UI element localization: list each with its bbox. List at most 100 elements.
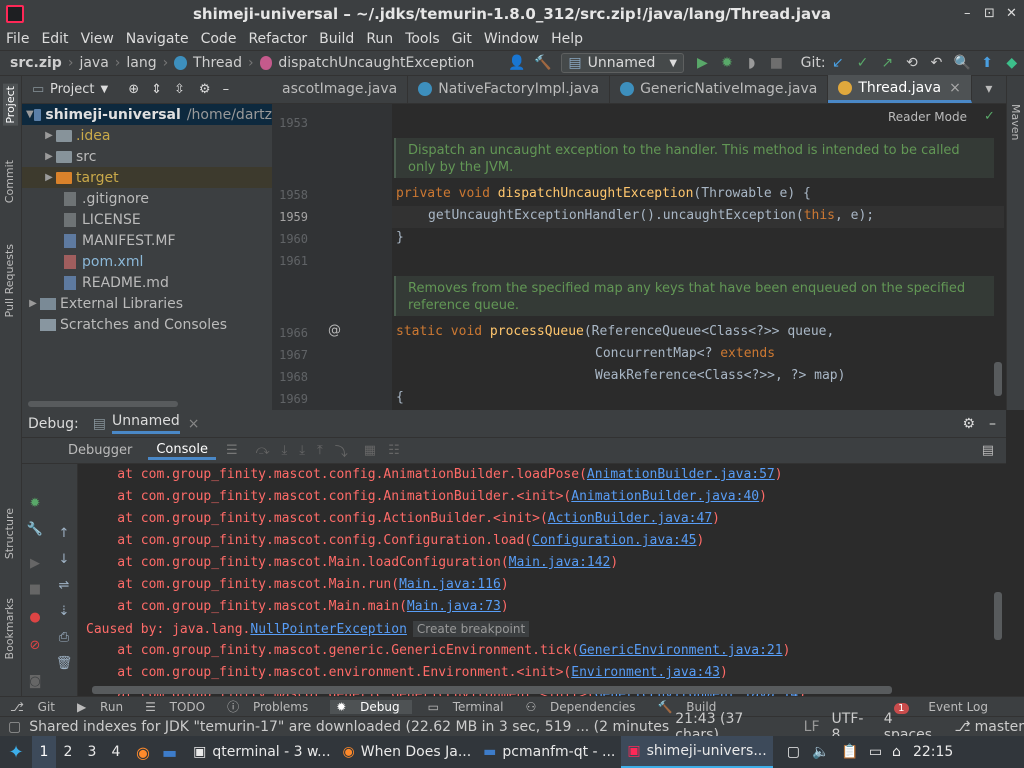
trace-icon[interactable]: ☷: [388, 443, 400, 458]
menu-help[interactable]: Help: [551, 31, 583, 47]
code-line[interactable]: {: [396, 390, 404, 405]
locate-icon[interactable]: ⊕: [128, 82, 139, 97]
run-config-select[interactable]: ▤ Unnamed ▼: [561, 53, 685, 73]
maven-tool-tab[interactable]: Maven: [1009, 104, 1022, 140]
taskbar-app-pcmanfm[interactable]: ▬ pcmanfm-qt - ...: [477, 736, 621, 768]
code-line[interactable]: getUncaughtExceptionHandler().uncaughtEx…: [428, 208, 874, 223]
scroll-to-end-icon[interactable]: ⇣: [54, 604, 74, 619]
tree-item-target[interactable]: ▶ target: [22, 167, 272, 188]
firefox-launcher-icon[interactable]: ◉: [136, 743, 150, 762]
evaluate-icon[interactable]: ▦: [364, 443, 376, 458]
console-output[interactable]: at com.group_finity.mascot.config.Animat…: [86, 464, 1006, 696]
menu-edit[interactable]: Edit: [41, 31, 68, 47]
volume-icon[interactable]: 🔈: [812, 744, 829, 760]
close-icon[interactable]: ×: [188, 416, 200, 432]
close-button[interactable]: ✕: [1006, 6, 1017, 21]
window-list-icon[interactable]: ▢: [787, 744, 800, 760]
breadcrumb-lang[interactable]: lang: [126, 55, 156, 71]
tree-item-root[interactable]: ▼ shimeji-universal /home/dartz: [22, 104, 272, 125]
git-push-icon[interactable]: ↗: [880, 55, 895, 71]
scroll-up-icon[interactable]: ↑: [54, 526, 74, 541]
reader-mode-button[interactable]: Reader Mode: [888, 110, 967, 124]
print-icon[interactable]: ⎙: [54, 630, 74, 645]
tree-item-idea[interactable]: ▶ .idea: [22, 125, 272, 146]
workspace-4[interactable]: 4: [104, 744, 128, 760]
menu-run[interactable]: Run: [366, 31, 393, 47]
start-menu-icon[interactable]: ✦: [0, 742, 32, 763]
tool-tab-todo[interactable]: ☰ TODO: [145, 700, 211, 714]
wrench-icon[interactable]: 🔧: [25, 522, 45, 537]
gear-icon[interactable]: ⚙: [962, 416, 975, 432]
hide-icon[interactable]: –: [223, 82, 230, 97]
tree-item-readme[interactable]: README.md: [22, 272, 272, 293]
tool-tab-dependencies[interactable]: ⚇ Dependencies: [525, 700, 641, 714]
bookmarks-tool-tab[interactable]: Bookmarks: [3, 598, 16, 659]
taskbar-app-firefox[interactable]: ◉ When Does Ja...: [337, 736, 478, 768]
menu-build[interactable]: Build: [319, 31, 354, 47]
tree-item-external-libraries[interactable]: ▶ External Libraries: [22, 293, 272, 314]
stack-trace-link[interactable]: Environment.java:43: [571, 665, 720, 680]
stack-trace-link[interactable]: Configuration.java:45: [532, 533, 696, 548]
git-update-icon[interactable]: ↙: [831, 55, 846, 71]
tab-mascot-image[interactable]: ascotImage.java: [272, 75, 409, 103]
rerun-debug-icon[interactable]: ✹: [25, 496, 45, 511]
menu-tools[interactable]: Tools: [405, 31, 440, 47]
force-step-into-icon[interactable]: ⤓: [299, 443, 305, 458]
code-line[interactable]: ConcurrentMap<? extends: [595, 346, 775, 361]
taskbar-app-intellij[interactable]: ▣ shimeji-univers...: [621, 736, 773, 768]
project-tool-tab[interactable]: Project: [3, 84, 18, 126]
layout-icon[interactable]: ▤: [982, 443, 994, 458]
horizontal-scrollbar[interactable]: [28, 401, 178, 407]
breadcrumb-src-zip[interactable]: src.zip: [10, 55, 62, 71]
step-over-icon[interactable]: ⤼: [256, 443, 270, 458]
chevron-down-icon[interactable]: ▼: [100, 84, 108, 95]
pull-requests-tool-tab[interactable]: Pull Requests: [3, 244, 16, 317]
files-launcher-icon[interactable]: ▬: [162, 743, 177, 762]
status-message[interactable]: Shared indexes for JDK "temurin-17" are …: [29, 719, 669, 735]
step-into-icon[interactable]: ⤓: [282, 443, 288, 458]
trash-icon[interactable]: 🗑: [54, 656, 74, 671]
tree-item-license[interactable]: LICENSE: [22, 209, 272, 230]
status-toggle-icon[interactable]: ▢: [8, 719, 21, 735]
step-out-icon[interactable]: ⤒: [317, 443, 323, 458]
tree-item-gitignore[interactable]: .gitignore: [22, 188, 272, 209]
tool-tab-git[interactable]: ⎇ Git: [10, 700, 61, 714]
tab-native-factory-impl[interactable]: NativeFactoryImpl.java: [408, 75, 611, 103]
close-icon[interactable]: ×: [949, 80, 961, 96]
breadcrumb-method[interactable]: dispatchUncaughtException: [278, 55, 474, 71]
tool-tab-run[interactable]: ▶ Run: [77, 700, 129, 714]
user-icon[interactable]: 👤: [508, 55, 525, 71]
tool-tab-debug[interactable]: ✹ Debug: [330, 699, 412, 714]
vertical-scrollbar[interactable]: [994, 592, 1002, 640]
tree-item-src[interactable]: ▶ src: [22, 146, 272, 167]
menu-icon[interactable]: ☰: [226, 443, 238, 458]
stack-trace-link[interactable]: ActionBuilder.java:47: [548, 511, 712, 526]
workspace-1[interactable]: 1: [32, 736, 56, 768]
stop-icon[interactable]: ■: [25, 582, 45, 597]
coverage-icon[interactable]: ◗: [744, 55, 759, 71]
code-line[interactable]: WeakReference<Class<?>>, ?> map): [595, 368, 845, 383]
menu-window[interactable]: Window: [484, 31, 539, 47]
stack-trace-link[interactable]: Main.java:116: [399, 577, 501, 592]
stack-trace-link[interactable]: NullPointerException: [250, 622, 407, 637]
soft-wrap-icon[interactable]: ⇌: [54, 578, 74, 593]
scroll-down-icon[interactable]: ↓: [54, 552, 74, 567]
workspace-3[interactable]: 3: [80, 744, 104, 760]
menu-navigate[interactable]: Navigate: [126, 31, 189, 47]
line-separator[interactable]: LF: [804, 719, 820, 735]
clipboard-icon[interactable]: 📋: [841, 744, 858, 760]
project-view-select[interactable]: Project: [50, 82, 94, 97]
menu-file[interactable]: File: [6, 31, 29, 47]
tree-item-pom[interactable]: pom.xml: [22, 251, 272, 272]
commit-tool-tab[interactable]: Commit: [3, 160, 16, 203]
display-icon[interactable]: ▭: [869, 744, 882, 760]
stack-trace-link[interactable]: Main.java:142: [509, 555, 611, 570]
clock[interactable]: 22:15: [913, 744, 953, 760]
tool-tab-terminal[interactable]: ▭ Terminal: [428, 700, 510, 714]
stack-trace-link[interactable]: AnimationBuilder.java:40: [571, 489, 759, 504]
menu-view[interactable]: View: [81, 31, 114, 47]
taskbar-app-terminal[interactable]: ▣ qterminal - 3 w...: [187, 736, 336, 768]
build-hammer-icon[interactable]: 🔨: [534, 55, 551, 71]
git-commit-icon[interactable]: ✓: [855, 55, 870, 71]
tab-console[interactable]: Console: [148, 442, 216, 460]
